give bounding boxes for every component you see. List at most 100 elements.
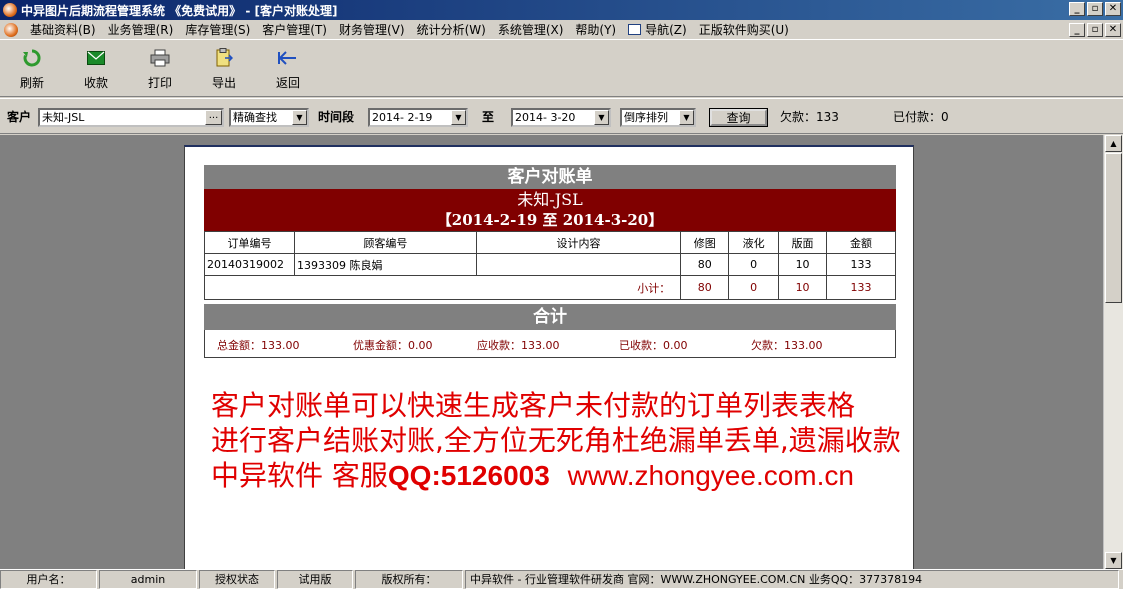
sort-value: 倒序排列 [624,111,668,124]
menu-basic-data[interactable]: 基础资料(B) [24,21,102,39]
liquify-cell: 0 [728,253,780,276]
subtotal-row: 小计： 80 0 10 133 [203,275,896,300]
vertical-scrollbar[interactable]: ▲ ▼ [1103,135,1123,569]
menu-customer[interactable]: 客户管理(T) [256,21,333,39]
print-button[interactable]: 打印 [128,41,192,97]
menu-finance[interactable]: 财务管理(V) [333,21,411,39]
toolbar: 刷新 收款 打印 导出 返回 [0,41,1123,97]
close-button[interactable]: ✕ [1105,2,1121,16]
owed-amount: 欠款：133 [780,110,839,124]
chevron-down-icon: ▼ [451,110,466,125]
window-title: 中异图片后期流程管理系统 《免费试用》 - [客户对账处理] [21,3,338,18]
refresh-label: 刷新 [19,75,44,90]
menu-nav-label: 导航(Z) [645,22,687,37]
promo-text: 客户对账单可以快速生成客户未付款的订单列表表格 进行客户结账对账,全方位无死角杜… [211,388,901,493]
menu-business[interactable]: 业务管理(R) [102,21,180,39]
column-header: 金额 [826,231,896,254]
status-user-label: 用户名： [0,570,97,589]
report-page: 客户对账单 未知-JSL 【2014-2-19 至 2014-3-20】 订单编… [184,145,914,569]
child-maximize-button[interactable]: ▫ [1087,23,1103,37]
total-title: 合计 [204,304,896,330]
subtotal-retouch: 80 [680,275,730,300]
chevron-down-icon: ▼ [679,110,694,125]
customer-label: 客户 [7,110,32,124]
date-to-value: 2014- 3-20 [515,111,576,124]
owed-total: 欠款：133.00 [751,339,823,352]
subtotal-amount: 133 [826,275,896,300]
receivable-amount: 应收款：133.00 [477,339,560,352]
envelope-icon [85,48,107,68]
scroll-up-button[interactable]: ▲ [1105,135,1122,152]
column-header: 修图 [680,231,730,254]
client-cell: 1393309 陈良娟 [293,253,477,276]
status-copyright: 中异软件 - 行业管理软件研发商 官网：WWW.ZHONGYEE.COM.CN … [465,570,1119,589]
refresh-icon [21,48,43,68]
subtotal-label: 小计： [203,275,682,300]
column-header: 顾客编号 [293,231,477,254]
child-window-controls: _ ▫ ✕ [1069,23,1121,37]
match-mode-value: 精确查找 [233,111,277,124]
menu-statistics[interactable]: 统计分析(W) [411,21,492,39]
date-to-picker[interactable]: 2014- 3-20 ▼ [511,108,611,127]
child-minimize-button[interactable]: _ [1069,23,1085,37]
sort-select[interactable]: 倒序排列 ▼ [620,108,696,127]
navigation-icon [628,23,642,35]
refresh-button[interactable]: 刷新 [0,41,64,97]
table-header-row: 订单编号 顾客编号 设计内容 修图 液化 版面 金额 [204,231,896,254]
statement-customer: 未知-JSL [517,190,583,209]
menu-system[interactable]: 系统管理(X) [492,21,570,39]
title-bar: 中异图片后期流程管理系统 《免费试用》 - [客户对账处理] _ ▫ ✕ [0,0,1123,20]
maximize-button[interactable]: ▫ [1087,2,1103,16]
menu-inventory[interactable]: 库存管理(S) [179,21,256,39]
receive-button[interactable]: 收款 [64,41,128,97]
status-license-label: 授权状态 [199,570,275,589]
orders-table: 订单编号 顾客编号 设计内容 修图 液化 版面 金额 20140319002 1… [203,231,896,300]
menu-help[interactable]: 帮助(Y) [569,21,622,39]
date-from-value: 2014- 2-19 [372,111,433,124]
minimize-button[interactable]: _ [1069,2,1085,16]
query-button[interactable]: 查询 [709,108,768,127]
menu-nav[interactable]: 导航(Z) [622,21,693,39]
customer-picker-button[interactable]: ... [205,110,222,125]
status-copyright-label: 版权所有： [355,570,463,589]
promo-line-2: 进行客户结账对账,全方位无死角杜绝漏单丢单,遗漏收款 [211,424,901,457]
status-bar: 用户名： admin 授权状态 试用版 版权所有： 中异软件 - 行业管理软件研… [0,569,1123,589]
promo-qq: QQ:5126003 [387,460,550,491]
status-license: 试用版 [277,570,353,589]
export-label: 导出 [211,75,236,90]
menu-buy[interactable]: 正版软件购买(U) [693,21,795,39]
layout-cell: 10 [778,253,828,276]
to-label: 至 [482,110,495,124]
filter-bar: 客户 未知-JSL ... 精确查找 ▼ 时间段 2014- 2-19 ▼ 至 … [0,98,1123,134]
app-logo-icon [3,3,17,17]
match-mode-select[interactable]: 精确查找 ▼ [229,108,309,127]
discount-amount: 优惠金额：0.00 [353,339,433,352]
statement-title: 客户对账单 [204,165,896,189]
period-label: 时间段 [318,110,355,124]
column-header: 订单编号 [204,231,295,254]
customer-input[interactable]: 未知-JSL ... [38,108,224,127]
child-close-button[interactable]: ✕ [1105,23,1121,37]
column-header: 设计内容 [475,231,682,254]
promo-line-3-cn: 中异软件 客服 [211,459,388,492]
report-viewer: 客户对账单 未知-JSL 【2014-2-19 至 2014-3-20】 订单编… [0,135,1103,569]
total-amount: 总金额：133.00 [217,339,300,352]
app-menu-icon[interactable] [4,22,18,37]
scroll-thumb[interactable] [1105,153,1122,303]
printer-icon [149,48,171,68]
chevron-down-icon: ▼ [292,110,307,125]
date-from-picker[interactable]: 2014- 2-19 ▼ [368,108,468,127]
back-button[interactable]: 返回 [256,41,320,97]
export-icon [213,47,235,68]
totals-row: 总金额：133.00 优惠金额：0.00 应收款：133.00 已收款：0.00… [204,330,896,358]
paid-amount: 已付款：0 [893,110,949,124]
receive-label: 收款 [83,75,108,90]
statement-range: 【2014-2-19 至 2014-3-20】 [436,211,664,229]
scroll-down-button[interactable]: ▼ [1105,552,1122,569]
window-controls: _ ▫ ✕ [1069,2,1121,16]
column-header: 液化 [728,231,780,254]
retouch-cell: 80 [680,253,730,276]
customer-value: 未知-JSL [42,111,85,124]
export-button[interactable]: 导出 [192,41,256,97]
app-window: 中异图片后期流程管理系统 《免费试用》 - [客户对账处理] _ ▫ ✕ 基础资… [0,0,1123,589]
